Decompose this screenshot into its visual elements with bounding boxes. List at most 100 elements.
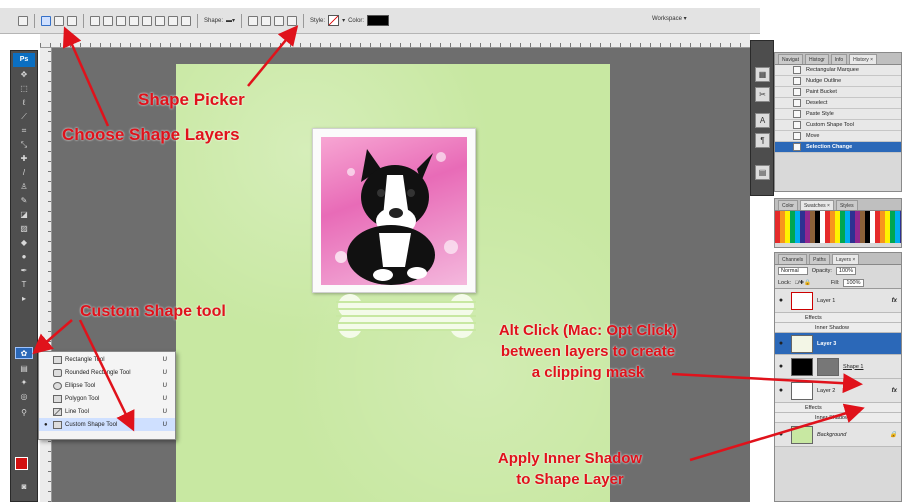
tool-preset-button[interactable] [18, 15, 28, 26]
layer-row[interactable]: ● Layer 2 fx [775, 379, 901, 403]
freeform-pen-button[interactable] [103, 15, 113, 26]
character-panel-icon[interactable]: A [755, 113, 770, 128]
layer-effects-row[interactable]: Effects [775, 403, 901, 413]
tab-color[interactable]: Color [778, 200, 798, 210]
foreground-color-swatch[interactable] [15, 457, 28, 470]
path-selection-tool-icon[interactable]: ▸ [15, 293, 33, 305]
fill-pixels-button[interactable] [67, 15, 77, 26]
line-shape-button[interactable] [168, 15, 178, 26]
actions-panel-icon[interactable]: ▤ [755, 165, 770, 180]
eyedropper-tool-icon[interactable]: ⤡ [15, 139, 33, 151]
shortcut-key: U [162, 408, 167, 415]
ellipse-shape-button[interactable] [142, 15, 152, 26]
opacity-field[interactable]: 100% [835, 267, 856, 275]
type-tool-icon[interactable]: T [15, 279, 33, 291]
history-item[interactable]: Paint Bucket [775, 87, 901, 98]
workspace-menu[interactable]: Workspace ▾ [652, 15, 687, 22]
layer-row[interactable]: ● Layer 1 fx [775, 289, 901, 313]
history-item[interactable]: Deselect [775, 98, 901, 109]
layer-effect-label: Effects [805, 314, 822, 321]
tab-layers[interactable]: Layers × [831, 254, 860, 264]
healing-brush-tool-icon[interactable]: ✚ [15, 153, 33, 165]
layer-effects-icon[interactable]: fx [892, 298, 897, 304]
lock-icons[interactable]: □⁄✚🔒 [795, 280, 811, 286]
flyout-item-line-tool[interactable]: Line Tool U [39, 405, 175, 418]
custom-shape-tool-icon[interactable]: ✿ [15, 347, 33, 359]
layer-effects-icon[interactable]: fx [892, 388, 897, 394]
blend-mode-select[interactable]: Normal [778, 267, 808, 275]
layer-row[interactable]: ● Shape 1 [775, 355, 901, 379]
history-item[interactable]: Nudge Outline [775, 76, 901, 87]
gradient-tool-icon[interactable]: ▨ [15, 223, 33, 235]
crop-tool-icon[interactable]: ⌗ [15, 125, 33, 137]
layer-row[interactable]: ● Background 🔒 [775, 423, 901, 447]
visibility-eye-icon[interactable]: ● [775, 431, 787, 438]
selected-bullet-icon: ● [44, 421, 48, 428]
layer-effect-row[interactable]: Inner Shadow [775, 413, 901, 423]
history-item[interactable]: Custom Shape Tool [775, 120, 901, 131]
zoom-tool-icon[interactable]: ⚲ [15, 407, 33, 419]
marquee-tool-icon[interactable]: ⬚ [15, 83, 33, 95]
paths-button[interactable] [54, 15, 64, 26]
visibility-eye-icon[interactable]: ● [775, 340, 787, 347]
blur-tool-icon[interactable]: ◆ [15, 237, 33, 249]
tab-swatches[interactable]: Swatches × [799, 200, 834, 210]
tool-presets-icon[interactable]: ✂ [755, 87, 770, 102]
rectangle-shape-button[interactable] [116, 15, 126, 26]
shape-layers-button[interactable] [41, 15, 51, 26]
brushes-panel-icon[interactable]: ▦ [755, 67, 770, 82]
eraser-tool-icon[interactable]: ◪ [15, 209, 33, 221]
history-item[interactable]: Paste Style [775, 109, 901, 120]
style-picker[interactable] [328, 15, 340, 26]
flyout-item-custom-shape-tool[interactable]: ● Custom Shape Tool U [39, 418, 175, 431]
layer-effects-row[interactable]: Effects [775, 313, 901, 323]
flyout-item-polygon-tool[interactable]: Polygon Tool U [39, 392, 175, 405]
layer-row-selected[interactable]: ● Layer 3 [775, 333, 901, 355]
layer-effect-row[interactable]: Inner Shadow [775, 323, 901, 333]
rounded-rectangle-shape-button[interactable] [129, 15, 139, 26]
visibility-eye-icon[interactable]: ● [775, 297, 787, 304]
tab-history[interactable]: History × [849, 54, 878, 64]
magic-wand-tool-icon[interactable]: ⟋ [15, 111, 33, 123]
polygon-shape-button[interactable] [155, 15, 165, 26]
custom-shape-button[interactable] [181, 15, 191, 26]
tab-paths[interactable]: Paths [809, 254, 830, 264]
move-tool-icon[interactable]: ✥ [15, 69, 33, 81]
flyout-item-rounded-rectangle-tool[interactable]: Rounded Rectangle Tool U [39, 366, 175, 379]
shape-picker-dropdown[interactable]: ▬▾ [226, 17, 235, 24]
clone-stamp-tool-icon[interactable]: ♙ [15, 181, 33, 193]
history-item[interactable]: Rectangular Marquee [775, 65, 901, 76]
dodge-tool-icon[interactable]: ● [15, 251, 33, 263]
exclude-mode-button[interactable] [287, 15, 298, 26]
subtract-mode-button[interactable] [261, 15, 272, 26]
paragraph-panel-icon[interactable]: ¶ [755, 133, 770, 148]
history-item-selected[interactable]: Selection Change [775, 142, 901, 153]
style-dropdown-arrow[interactable]: ▾ [342, 17, 345, 24]
tab-navigator[interactable]: Navigat [778, 54, 803, 64]
layer-thumbnail [791, 291, 813, 310]
visibility-eye-icon[interactable]: ● [775, 387, 787, 394]
combine-mode-button[interactable] [248, 15, 259, 26]
tab-channels[interactable]: Channels [778, 254, 808, 264]
quick-mask-icon[interactable]: ◙ [15, 481, 33, 493]
pen-tool-icon[interactable]: ✒ [15, 265, 33, 277]
intersect-mode-button[interactable] [274, 15, 285, 26]
swatch-grid[interactable] [775, 211, 901, 243]
3d-rotate-tool-icon[interactable]: ✦ [15, 377, 33, 389]
brush-tool-icon[interactable]: / [15, 167, 33, 179]
visibility-eye-icon[interactable]: ● [775, 363, 787, 370]
pen-tool-button[interactable] [90, 15, 100, 26]
orbit-tool-icon[interactable]: ◎ [15, 391, 33, 403]
notes-tool-icon[interactable]: ▤ [15, 363, 33, 375]
history-brush-tool-icon[interactable]: ✎ [15, 195, 33, 207]
history-item[interactable]: Move [775, 131, 901, 142]
flyout-item-ellipse-tool[interactable]: Ellipse Tool U [39, 379, 175, 392]
tab-styles[interactable]: Styles [835, 200, 858, 210]
photo-frame[interactable] [312, 128, 476, 293]
tab-info[interactable]: Info [830, 54, 848, 64]
color-swatch[interactable] [367, 15, 390, 26]
flyout-item-rectangle-tool[interactable]: Rectangle Tool U [39, 353, 175, 366]
lasso-tool-icon[interactable]: ℓ [15, 97, 33, 109]
fill-field[interactable]: 100% [843, 278, 864, 287]
tab-histogram[interactable]: Histogr [804, 54, 829, 64]
